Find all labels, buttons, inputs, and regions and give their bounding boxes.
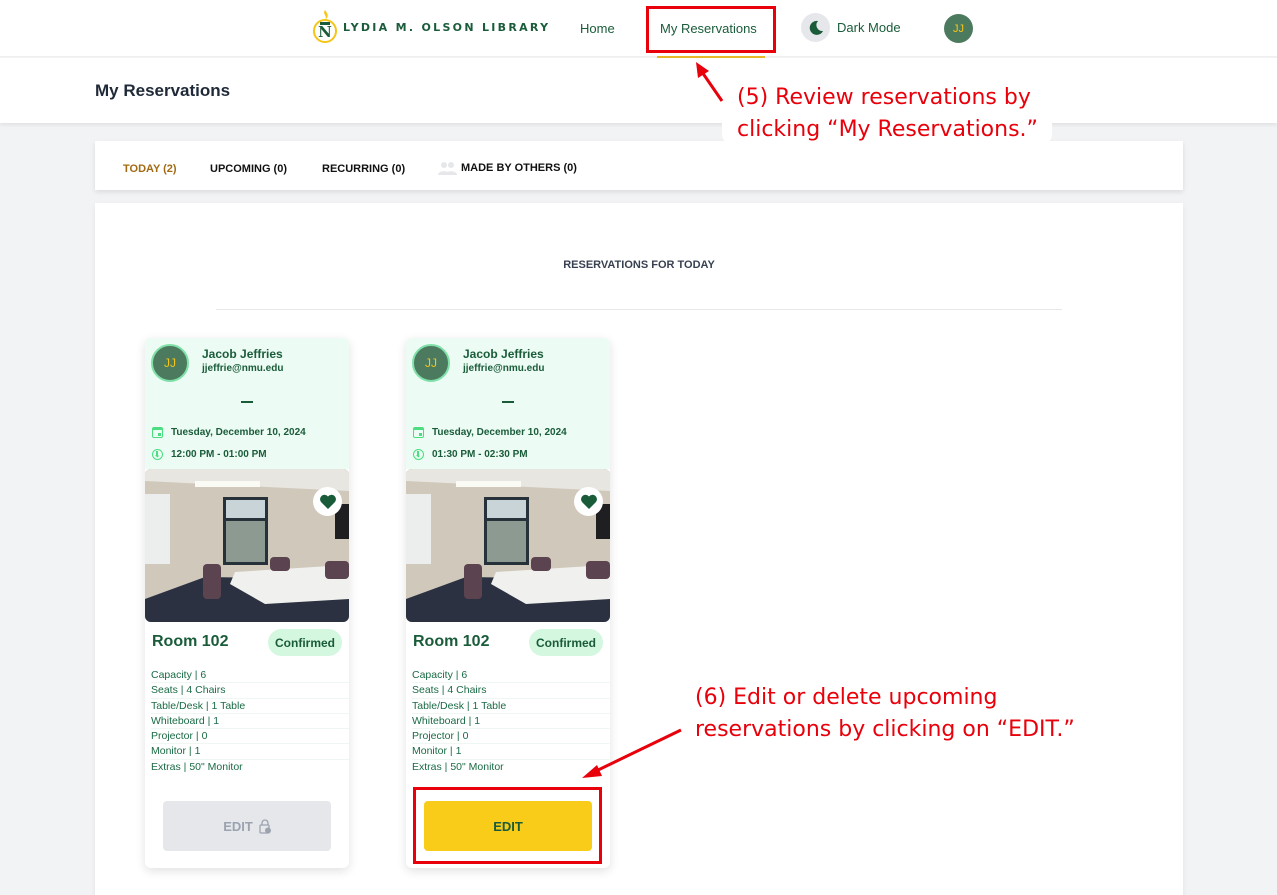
reservation-tabs: TODAY (2) UPCOMING (0) RECURRING (0) MAD… xyxy=(95,141,1183,190)
reservation-time-row: 12:00 PM - 01:00 PM xyxy=(152,449,267,460)
nav-link-home[interactable]: Home xyxy=(580,21,615,36)
reserver-email: jjeffrie@nmu.edu xyxy=(463,363,545,374)
reservation-date: Tuesday, December 10, 2024 xyxy=(171,427,306,438)
heart-icon xyxy=(319,494,336,509)
lock-clock-icon xyxy=(259,818,271,834)
annotation-highlight-my-reservations xyxy=(646,6,776,53)
edit-button-disabled[interactable]: EDIT xyxy=(163,801,331,851)
room-photo xyxy=(145,469,349,622)
spec-seats: Seats | 4 Chairs xyxy=(151,683,349,699)
annotation-step-6-line2: reservations by clicking on “EDIT.” xyxy=(695,717,1075,742)
reservation-time: 12:00 PM - 01:00 PM xyxy=(171,449,267,460)
room-photo xyxy=(406,469,610,622)
clock-icon xyxy=(413,449,424,460)
user-avatar[interactable]: JJ xyxy=(944,14,973,43)
nmu-torch-logo-icon: N xyxy=(312,10,338,44)
reservation-date-row: Tuesday, December 10, 2024 xyxy=(152,427,306,438)
tab-made-by-others[interactable]: MADE BY OTHERS (0) xyxy=(437,161,577,175)
divider-dash xyxy=(502,401,514,403)
section-divider xyxy=(216,309,1062,310)
calendar-icon xyxy=(413,427,424,438)
favorite-button[interactable] xyxy=(313,487,342,516)
spec-table: Table/Desk | 1 Table xyxy=(412,699,610,714)
room-specs: Capacity | 6 Seats | 4 Chairs Table/Desk… xyxy=(151,668,349,775)
reservation-time: 01:30 PM - 02:30 PM xyxy=(432,449,528,460)
reserver-avatar: JJ xyxy=(412,344,450,382)
room-name: Room 102 xyxy=(152,633,229,650)
room-name: Room 102 xyxy=(413,633,490,650)
room-specs: Capacity | 6 Seats | 4 Chairs Table/Desk… xyxy=(412,668,610,775)
spec-capacity: Capacity | 6 xyxy=(151,668,349,684)
spec-seats: Seats | 4 Chairs xyxy=(412,683,610,699)
annotation-step-5-line2: clicking “My Reservations.” xyxy=(737,117,1038,142)
card-header: JJ Jacob Jeffries jjeffrie@nmu.edu Tuesd… xyxy=(406,338,610,469)
spec-projector: Projector | 0 xyxy=(151,729,349,745)
annotation-step-5: (5) Review reservations by clicking “My … xyxy=(722,82,1052,146)
tab-made-by-others-label: MADE BY OTHERS (0) xyxy=(461,162,577,174)
reserver-name: Jacob Jeffries xyxy=(202,347,283,361)
spec-extras: Extras | 50" Monitor xyxy=(412,760,504,773)
status-badge: Confirmed xyxy=(529,629,603,656)
clock-icon xyxy=(152,449,163,460)
top-navigation: N LYDIA M. OLSON LIBRARY Home My Reserva… xyxy=(0,0,1277,58)
annotation-highlight-edit xyxy=(413,787,602,864)
annotation-step-6: (6) Edit or delete upcoming reservations… xyxy=(695,682,1075,746)
tab-recurring[interactable]: RECURRING (0) xyxy=(322,163,405,175)
tab-upcoming[interactable]: UPCOMING (0) xyxy=(210,163,287,175)
annotation-step-5-line1: (5) Review reservations by xyxy=(737,85,1031,110)
page-title: My Reservations xyxy=(95,81,231,100)
people-icon xyxy=(438,162,457,175)
spec-monitor: Monitor | 1 xyxy=(412,744,610,760)
dark-mode-toggle[interactable] xyxy=(801,13,830,42)
library-name: LYDIA M. OLSON LIBRARY xyxy=(343,20,551,34)
status-badge: Confirmed xyxy=(268,629,342,656)
dark-mode-label[interactable]: Dark Mode xyxy=(837,20,901,35)
reservation-card: JJ Jacob Jeffries jjeffrie@nmu.edu Tuesd… xyxy=(145,338,349,868)
heart-icon xyxy=(580,494,597,509)
spec-monitor: Monitor | 1 xyxy=(151,744,349,760)
edit-button-label: EDIT xyxy=(223,818,253,834)
spec-extras: Extras | 50" Monitor xyxy=(151,760,243,773)
card-header: JJ Jacob Jeffries jjeffrie@nmu.edu Tuesd… xyxy=(145,338,349,469)
section-title: RESERVATIONS FOR TODAY xyxy=(563,259,715,271)
library-logo[interactable]: N LYDIA M. OLSON LIBRARY xyxy=(312,10,550,44)
divider-dash xyxy=(241,401,253,403)
reservation-time-row: 01:30 PM - 02:30 PM xyxy=(413,449,528,460)
page-header: My Reservations xyxy=(0,58,1277,123)
spec-capacity: Capacity | 6 xyxy=(412,668,610,684)
reserver-email: jjeffrie@nmu.edu xyxy=(202,363,284,374)
reserver-avatar: JJ xyxy=(151,344,189,382)
spec-table: Table/Desk | 1 Table xyxy=(151,699,349,714)
spec-projector: Projector | 0 xyxy=(412,729,610,745)
favorite-button[interactable] xyxy=(574,487,603,516)
reservation-date-row: Tuesday, December 10, 2024 xyxy=(413,427,567,438)
reserver-name: Jacob Jeffries xyxy=(463,347,544,361)
moon-icon xyxy=(809,20,823,35)
calendar-icon xyxy=(152,427,163,438)
spec-whiteboard: Whiteboard | 1 xyxy=(151,714,349,730)
svg-text:N: N xyxy=(318,23,332,41)
tab-today[interactable]: TODAY (2) xyxy=(123,163,177,175)
spec-whiteboard: Whiteboard | 1 xyxy=(412,714,610,730)
annotation-step-6-line1: (6) Edit or delete upcoming xyxy=(695,685,998,710)
reservation-date: Tuesday, December 10, 2024 xyxy=(432,427,567,438)
